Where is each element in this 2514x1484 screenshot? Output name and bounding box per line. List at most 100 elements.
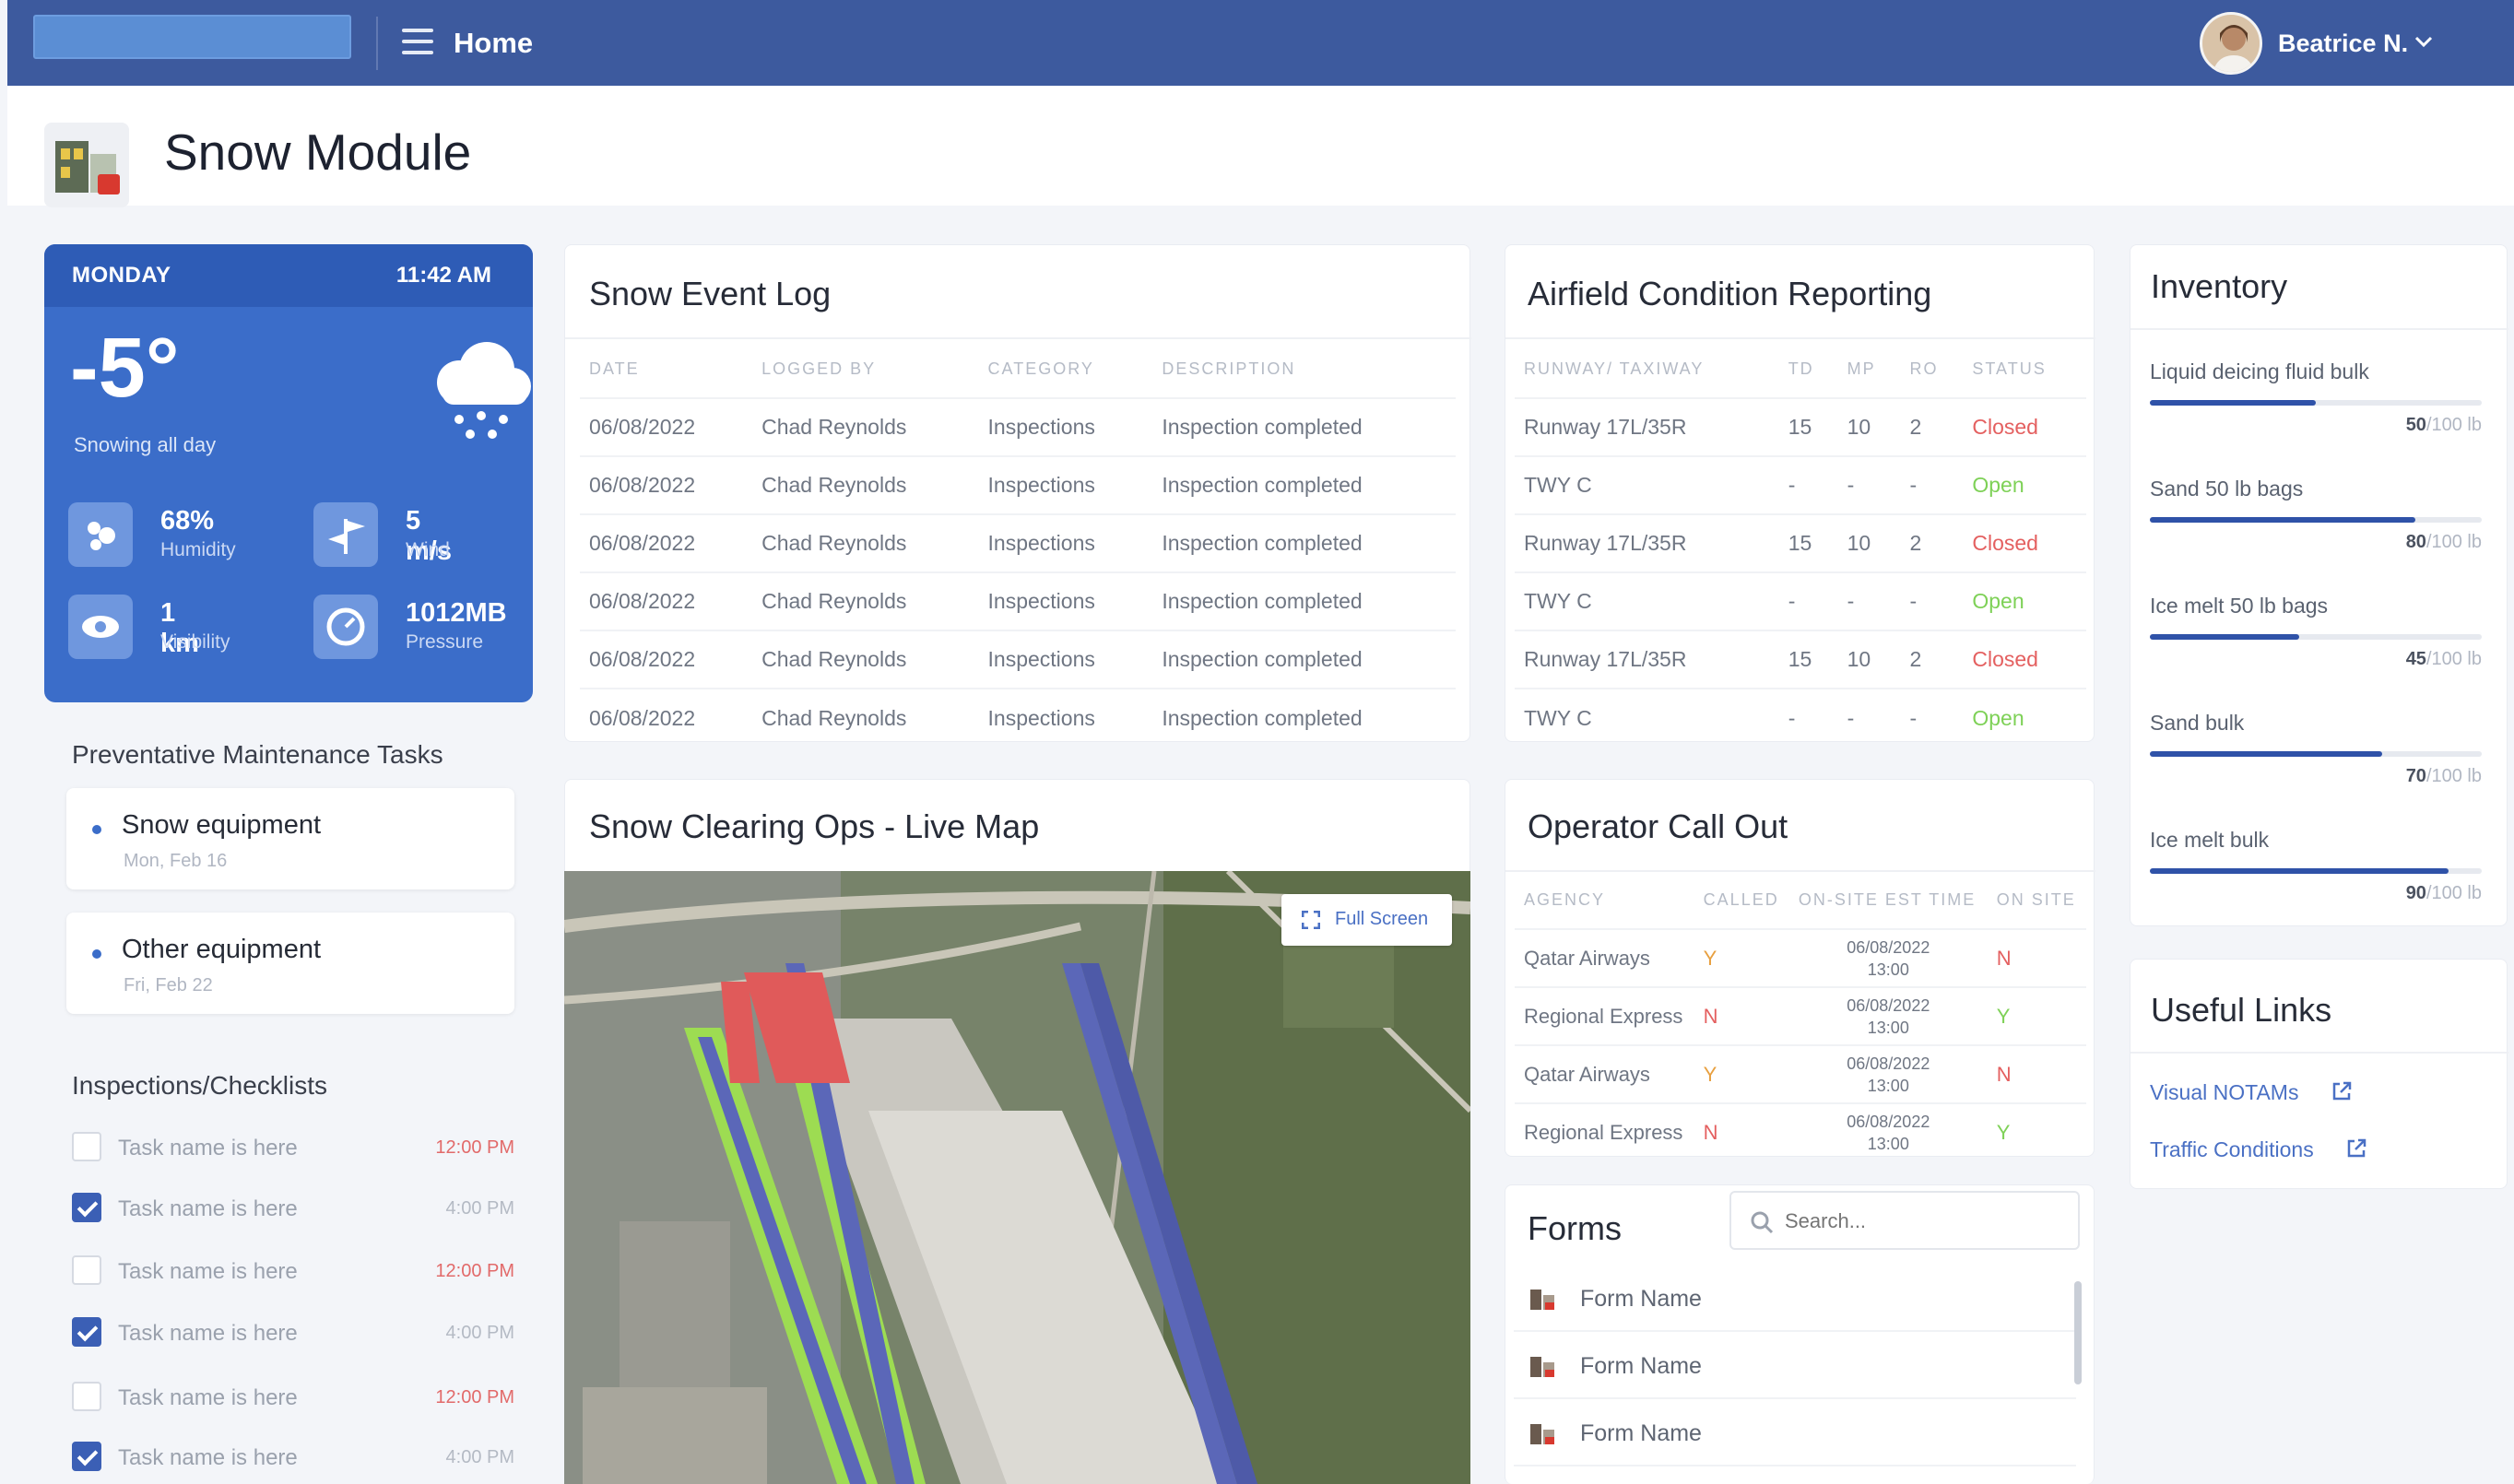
table-cell: Inspections — [978, 571, 1153, 630]
weather-header: MONDAY 11:42 AM — [44, 244, 533, 307]
form-name[interactable]: Form Name — [1580, 1353, 1702, 1380]
inventory-total: /100 lb — [2425, 883, 2482, 903]
maintenance-item[interactable]: Snow equipment Mon, Feb 16 — [66, 788, 514, 889]
table-row[interactable]: Qatar Airways Y 06/08/2022 13:00 N — [1515, 1044, 2086, 1103]
column-header[interactable]: RUNWAY/ TAXIWAY — [1515, 341, 1779, 398]
checklist-checkbox[interactable] — [72, 1132, 101, 1161]
form-item[interactable]: Form Name — [1514, 1267, 2076, 1332]
checklist-checkbox[interactable] — [72, 1382, 101, 1411]
table-row[interactable]: 06/08/2022 Chad Reynolds Inspections Inspec… — [580, 455, 1456, 514]
weather-condition: Snowing all day — [74, 433, 217, 456]
column-header[interactable]: ON SITE — [1988, 872, 2086, 929]
table-cell: 06/08/2022 — [580, 397, 753, 456]
visibility-icon — [68, 595, 133, 659]
column-header[interactable]: TD — [1779, 341, 1838, 398]
inventory-amount: 90 — [2405, 883, 2426, 903]
link-traffic-conditions[interactable]: Traffic Conditions — [2150, 1137, 2367, 1162]
checklist-row[interactable]: Task name is here 12:00 PM — [72, 1128, 514, 1165]
form-item[interactable]: Form Name — [1514, 1402, 2076, 1466]
link-label[interactable]: Visual NOTAMs — [2150, 1080, 2298, 1104]
table-row[interactable]: TWY C - - - Open — [1515, 688, 2086, 747]
live-map[interactable] — [564, 871, 1470, 1484]
form-name[interactable]: Form Name — [1580, 1420, 1702, 1447]
wind-icon — [313, 502, 378, 567]
inventory-item-name: Ice melt bulk — [2150, 828, 2270, 852]
checklist-checkbox[interactable] — [72, 1317, 101, 1347]
chevron-down-icon[interactable] — [2414, 31, 2434, 52]
inventory-amount: 50 — [2405, 415, 2426, 435]
checklist-checkbox[interactable] — [72, 1255, 101, 1285]
forms-scrollbar[interactable] — [2074, 1281, 2082, 1384]
table-row[interactable]: TWY C - - - Open — [1515, 455, 2086, 514]
inventory-quantity: 45/100 lb — [2406, 649, 2482, 670]
table-row[interactable]: 06/08/2022 Chad Reynolds Inspections Inspec… — [580, 571, 1456, 630]
inventory-amount: 70 — [2405, 766, 2426, 786]
home-nav-link[interactable]: Home — [454, 27, 533, 60]
checklist-row[interactable]: Task name is here 12:00 PM — [72, 1378, 514, 1415]
link-visual-notams[interactable]: Visual NOTAMs — [2150, 1080, 2353, 1105]
brand-logo[interactable] — [33, 15, 351, 59]
table-row[interactable]: Runway 17L/35R 15 10 2 Closed — [1515, 630, 2086, 689]
forms-search[interactable] — [1729, 1191, 2080, 1250]
link-label[interactable]: Traffic Conditions — [2150, 1137, 2314, 1161]
table-cell: - — [1900, 571, 1964, 630]
column-header[interactable]: DESCRIPTION — [1152, 341, 1456, 398]
page-header: Snow Module — [7, 86, 2514, 207]
checklist-row[interactable]: Task name is here 4:00 PM — [72, 1438, 514, 1475]
eta-date: 06/08/2022 — [1847, 1113, 1930, 1131]
full-screen-button[interactable]: Full Screen — [1281, 894, 1452, 946]
checklist-time: 4:00 PM — [445, 1198, 514, 1219]
checklist-row[interactable]: Task name is here 4:00 PM — [72, 1189, 514, 1226]
external-link-icon[interactable] — [2331, 1080, 2353, 1102]
form-item[interactable]: Form Name — [1514, 1335, 2076, 1399]
checklist-checkbox[interactable] — [72, 1442, 101, 1471]
table-cell: 06/08/2022 — [580, 688, 753, 747]
checklist-row[interactable]: Task name is here 12:00 PM — [72, 1252, 514, 1289]
wind-label: Wind — [406, 539, 450, 560]
inventory-progress-fill — [2150, 634, 2299, 640]
table-cell: 06/08/2022 — [580, 455, 753, 514]
checklist-row[interactable]: Task name is here 4:00 PM — [72, 1313, 514, 1350]
table-cell: 15 — [1778, 630, 1838, 689]
table-row[interactable]: 06/08/2022 Chad Reynolds Inspections Inspec… — [580, 630, 1456, 689]
column-header[interactable]: LOGGED BY — [752, 341, 978, 398]
agency-cell: Qatar Airways — [1515, 1044, 1694, 1103]
search-input[interactable] — [1785, 1204, 2061, 1239]
table-cell: 2 — [1900, 513, 1964, 572]
column-header[interactable]: RO — [1900, 341, 1963, 398]
hamburger-menu-icon[interactable] — [402, 29, 433, 54]
eta-time: 13:00 — [1867, 1076, 1909, 1095]
avatar[interactable] — [2200, 12, 2262, 75]
eta-cell: 06/08/2022 13:00 — [1788, 928, 1988, 987]
user-name[interactable]: Beatrice N. — [2278, 29, 2408, 58]
table-cell: 06/08/2022 — [580, 630, 753, 689]
column-header[interactable]: ON-SITE EST TIME — [1789, 872, 1988, 929]
inventory-progress-fill — [2150, 751, 2382, 757]
column-header[interactable]: DATE — [580, 341, 752, 398]
table-row[interactable]: Regional Express N 06/08/2022 13:00 Y — [1515, 986, 2086, 1045]
table-cell: Closed — [1963, 513, 2086, 572]
table-row[interactable]: Qatar Airways Y 06/08/2022 13:00 N — [1515, 928, 2086, 987]
table-row[interactable]: Runway 17L/35R 15 10 2 Closed — [1515, 513, 2086, 572]
checklist-time: 4:00 PM — [445, 1323, 514, 1343]
callout-table: AGENCY CALLED ON-SITE EST TIME ON SITE Qata… — [1515, 872, 2086, 1161]
column-header[interactable]: CALLED — [1694, 872, 1789, 929]
inventory-progress-bar — [2150, 517, 2482, 523]
form-name[interactable]: Form Name — [1580, 1286, 1702, 1313]
snow-module-icon — [44, 123, 129, 207]
checklist-checkbox[interactable] — [72, 1193, 101, 1222]
column-header[interactable]: CATEGORY — [979, 341, 1153, 398]
column-header[interactable]: AGENCY — [1515, 872, 1694, 929]
table-row[interactable]: 06/08/2022 Chad Reynolds Inspections Inspec… — [580, 397, 1456, 456]
table-row[interactable]: 06/08/2022 Chad Reynolds Inspections Inspec… — [580, 513, 1456, 572]
column-header[interactable]: STATUS — [1963, 341, 2086, 398]
agency-cell: Regional Express — [1515, 986, 1694, 1045]
column-header[interactable]: MP — [1838, 341, 1901, 398]
table-row[interactable]: Regional Express N 06/08/2022 13:00 Y — [1515, 1102, 2086, 1161]
external-link-icon[interactable] — [2345, 1137, 2367, 1160]
table-row[interactable]: 06/08/2022 Chad Reynolds Inspections Inspec… — [580, 688, 1456, 747]
maintenance-item[interactable]: Other equipment Fri, Feb 22 — [66, 913, 514, 1014]
table-row[interactable]: Runway 17L/35R 15 10 2 Closed — [1515, 397, 2086, 456]
maintenance-item-name: Other equipment — [122, 935, 322, 964]
table-row[interactable]: TWY C - - - Open — [1515, 571, 2086, 630]
